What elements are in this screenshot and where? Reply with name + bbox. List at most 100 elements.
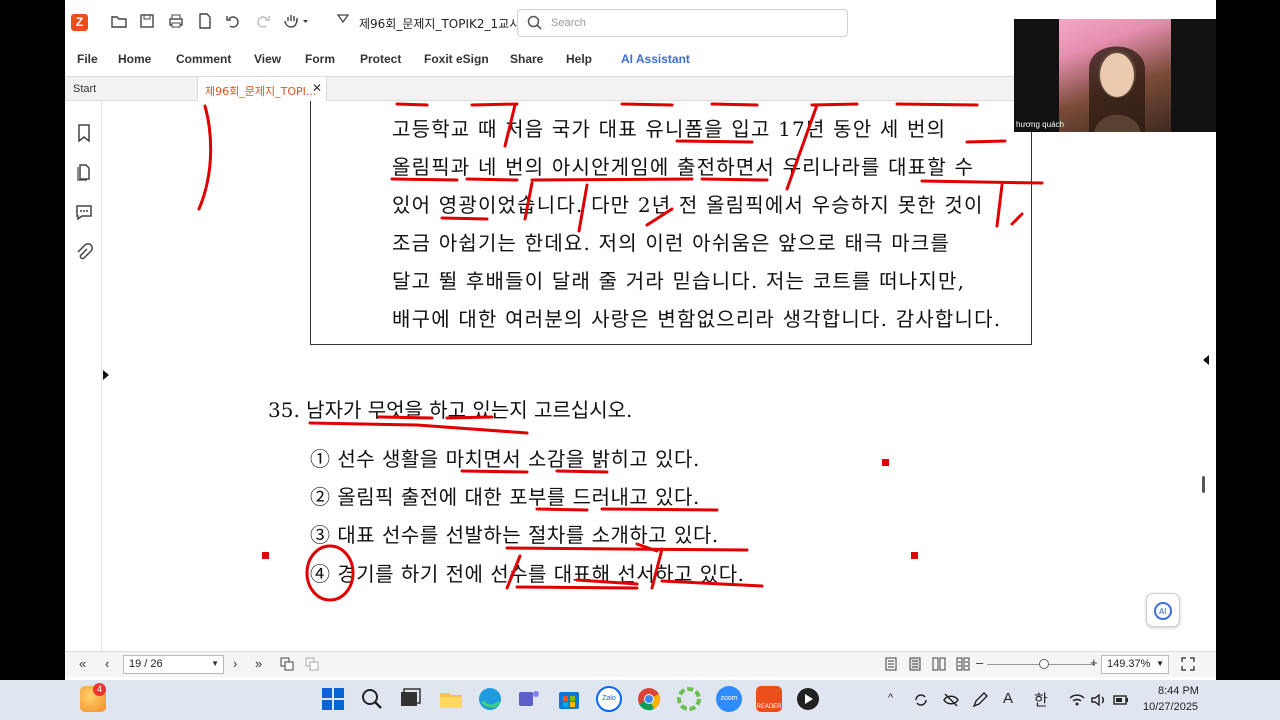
menu-home[interactable]: Home xyxy=(118,52,151,66)
bookmark-icon[interactable] xyxy=(74,123,94,143)
search-placeholder: Search xyxy=(551,17,586,29)
menu-view[interactable]: View xyxy=(254,52,281,66)
zoom-level-field[interactable]: 149.37% ▼ xyxy=(1101,655,1169,674)
next-view-icon[interactable] xyxy=(305,657,319,671)
color-app-icon[interactable] xyxy=(676,686,702,712)
answer-option: ① 선수 생활을 마치면서 소감을 밝히고 있다. xyxy=(310,447,700,471)
volume-icon[interactable] xyxy=(1090,691,1108,709)
search-icon[interactable] xyxy=(359,686,385,712)
clock-date[interactable]: 10/27/2025 xyxy=(1143,701,1198,713)
expand-panel-arrow-icon[interactable] xyxy=(103,370,109,380)
hand-tool-icon[interactable] xyxy=(283,12,308,32)
ai-assistant-float-button[interactable]: AI xyxy=(1146,593,1180,627)
zalo-app-icon[interactable]: Zalo xyxy=(596,686,622,712)
svg-text:AI: AI xyxy=(1159,607,1167,616)
create-pdf-icon[interactable] xyxy=(195,12,215,32)
passage-line: 배구에 대한 여러분의 사랑은 변함없으리라 생각합니다. 감사합니다. xyxy=(392,307,1002,331)
edge-browser-icon[interactable] xyxy=(477,686,503,712)
screen: Z 제96회_문제지_TOPIK2_1교시_... Search File Ho… xyxy=(0,0,1280,720)
vertical-scrollbar-thumb[interactable] xyxy=(1202,476,1205,493)
document-page[interactable]: 고등학교 때 처음 국가 대표 유니폼을 입고 17년 동안 세 번의 올림픽과… xyxy=(117,101,1190,651)
facing-page-icon[interactable] xyxy=(932,657,946,671)
wifi-icon[interactable] xyxy=(1068,691,1086,709)
menu-comment[interactable]: Comment xyxy=(176,52,231,66)
comments-icon[interactable] xyxy=(74,202,94,222)
tab-document[interactable]: 제96회_문제지_TOPI... ✕ xyxy=(197,77,327,101)
continuous-facing-icon[interactable] xyxy=(956,657,970,671)
document-title: 제96회_문제지_TOPIK2_1교시_... xyxy=(359,17,538,31)
status-bar: « ‹ 19 / 26 ▼ › » – + 149.37% ▼ xyxy=(65,651,1216,677)
menu-ai-assistant[interactable]: AI Assistant xyxy=(621,52,690,66)
notification-badge: 4 xyxy=(93,683,106,696)
file-explorer-icon[interactable] xyxy=(438,686,464,712)
right-scroll-area xyxy=(1190,101,1216,651)
tray-chevron-up-icon[interactable]: ^ xyxy=(888,692,893,704)
battery-icon[interactable] xyxy=(1112,691,1130,709)
menu-protect[interactable]: Protect xyxy=(360,52,401,66)
chevron-down-icon: ▼ xyxy=(211,659,219,668)
menu-form[interactable]: Form xyxy=(305,52,335,66)
zoom-level-value: 149.37% xyxy=(1107,658,1151,670)
zoom-in-icon[interactable]: + xyxy=(1090,655,1098,670)
chevron-down-icon: ▼ xyxy=(1156,659,1164,668)
redo-icon[interactable] xyxy=(253,12,273,32)
passage-line: 조금 아쉽기는 한데요. 저의 이런 아쉬움은 앞으로 태극 마크를 xyxy=(392,231,951,255)
previous-view-icon[interactable] xyxy=(280,657,294,671)
close-tab-icon[interactable]: ✕ xyxy=(312,81,322,95)
webcam-video xyxy=(1059,19,1171,132)
chrome-browser-icon[interactable] xyxy=(636,686,662,712)
teams-icon[interactable] xyxy=(516,686,542,712)
language-indicator[interactable]: 한 xyxy=(1034,689,1048,710)
undo-icon[interactable] xyxy=(223,12,243,32)
zoom-slider-knob[interactable] xyxy=(1039,659,1049,669)
answer-option: ② 올림픽 출전에 대한 포부를 드러내고 있다. xyxy=(310,485,700,509)
menu-share[interactable]: Share xyxy=(510,52,543,66)
next-page-icon[interactable]: › xyxy=(233,656,237,671)
fullscreen-icon[interactable] xyxy=(1181,657,1195,671)
save-icon[interactable] xyxy=(137,12,157,32)
pen-menu-icon[interactable] xyxy=(971,691,989,709)
foxit-reader-taskbar-icon[interactable]: READER xyxy=(756,686,782,712)
input-mode-indicator[interactable]: A xyxy=(1003,690,1013,707)
tab-document-label: 제96회_문제지_TOPI... xyxy=(205,85,317,98)
print-icon[interactable] xyxy=(166,12,186,32)
tab-start[interactable]: Start xyxy=(65,77,196,101)
zoom-out-icon[interactable]: – xyxy=(976,655,983,670)
task-view-icon[interactable] xyxy=(397,686,423,712)
windows-taskbar: 4 Zalo zoom READER ^ A 한 8:44 PM 10/27/2… xyxy=(0,680,1280,720)
attachment-icon[interactable] xyxy=(74,243,94,263)
search-icon xyxy=(527,15,542,30)
media-player-icon[interactable] xyxy=(795,686,821,712)
menu-foxit-esign[interactable]: Foxit eSign xyxy=(424,52,489,66)
passage-line: 올림픽과 네 번의 아시안게임에 출전하면서 우리나라를 대표할 수 xyxy=(392,155,975,179)
page-number-field[interactable]: 19 / 26 ▼ xyxy=(123,655,224,674)
previous-page-icon[interactable]: ‹ xyxy=(105,656,109,671)
passage-line: 있어 영광이었습니다. 다만 2년 전 올림픽에서 우승하지 못한 것이 xyxy=(392,193,984,217)
passage-line: 달고 뛸 후배들이 달래 줄 거라 믿습니다. 저는 코트를 떠나지만, xyxy=(392,269,966,293)
webcam-overlay: hương quách xyxy=(1014,19,1216,132)
foxit-logo-icon: Z xyxy=(71,14,88,31)
microsoft-store-icon[interactable] xyxy=(556,686,582,712)
customize-dropdown-icon[interactable] xyxy=(333,12,353,32)
menu-help[interactable]: Help xyxy=(566,52,592,66)
first-page-icon[interactable]: « xyxy=(79,656,86,671)
question-title: 35. 남자가 무엇을 하고 있는지 고르십시오. xyxy=(268,398,633,422)
answer-option: ③ 대표 선수를 선발하는 절차를 소개하고 있다. xyxy=(310,523,719,547)
open-folder-icon[interactable] xyxy=(109,12,129,32)
hidden-eye-icon[interactable] xyxy=(942,691,960,709)
windows-start-icon[interactable] xyxy=(320,686,346,712)
ai-headset-icon: AI xyxy=(1154,602,1172,620)
single-page-icon[interactable] xyxy=(884,657,898,671)
continuous-page-icon[interactable] xyxy=(908,657,922,671)
clock-time[interactable]: 8:44 PM xyxy=(1158,685,1199,697)
collapse-right-panel-arrow-icon[interactable] xyxy=(1203,355,1209,365)
zoom-app-icon[interactable]: zoom xyxy=(716,686,742,712)
search-input[interactable]: Search xyxy=(517,9,848,37)
last-page-icon[interactable]: » xyxy=(255,656,262,671)
menu-file[interactable]: File xyxy=(77,52,98,66)
page-thumbnails-icon[interactable] xyxy=(74,162,94,182)
sync-icon[interactable] xyxy=(912,691,930,709)
answer-option: ④ 경기를 하기 전에 선수를 대표해 선서하고 있다. xyxy=(310,562,745,586)
navigation-panel xyxy=(65,101,102,651)
page-number-value: 19 / 26 xyxy=(129,658,163,670)
